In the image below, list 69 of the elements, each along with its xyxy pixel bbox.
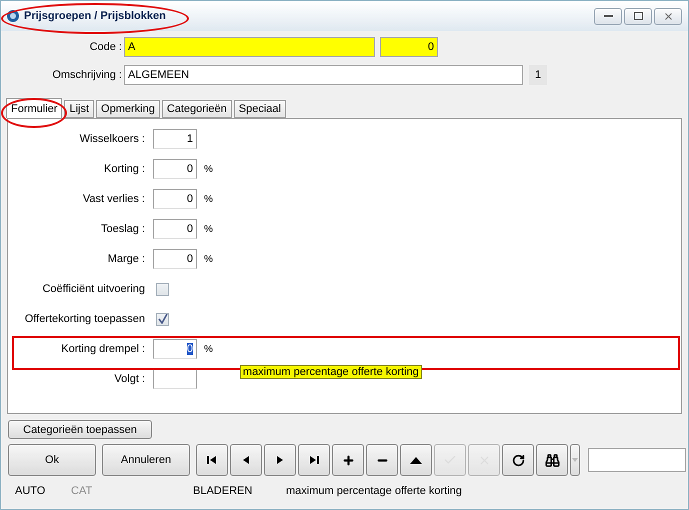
ok-button[interactable]: Ok [8, 444, 96, 476]
annotation-ellipse [1, 98, 67, 128]
unit-label: % [204, 194, 213, 204]
code-field[interactable]: A [124, 37, 375, 57]
plus-icon [342, 454, 354, 466]
field-label: Marge : [106, 253, 146, 265]
tab[interactable]: Categorieën [162, 100, 232, 118]
checkbox-label: Coëfficiënt uitvoering [41, 283, 146, 295]
tab[interactable]: Opmerking [96, 100, 160, 118]
toolbar-button[interactable] [264, 444, 296, 476]
checkbox[interactable] [156, 282, 169, 296]
number-field[interactable]: 0 [153, 159, 197, 179]
arrow-icon [275, 455, 285, 465]
search-field[interactable] [588, 448, 686, 472]
last-record-icon [309, 455, 319, 465]
caret-icon [572, 458, 578, 462]
maximize-button[interactable] [624, 8, 652, 24]
close-button[interactable] [654, 8, 682, 24]
toolbar-button[interactable] [196, 444, 228, 476]
toolbar-button[interactable] [298, 444, 330, 476]
tab[interactable]: Speciaal [234, 100, 286, 118]
maximize-icon [634, 12, 642, 20]
number-field[interactable]: 0 [153, 219, 197, 239]
minimize-button[interactable] [594, 8, 622, 24]
unit-label: % [204, 224, 213, 234]
tab[interactable]: Formulier [6, 98, 62, 118]
status-text: BLADEREN [193, 485, 254, 497]
up-arrow-icon [410, 456, 422, 464]
toolbar-button[interactable] [502, 444, 534, 476]
status-text: AUTO [14, 485, 46, 497]
close-icon [662, 10, 674, 22]
field-label: Toeslag : [100, 223, 146, 235]
description-label: Omschrijving : [51, 69, 123, 81]
field-label: Vast verlies : [82, 193, 146, 205]
number-field[interactable]: 0 [153, 189, 197, 209]
number-field[interactable] [153, 369, 197, 389]
toolbar-button[interactable] [332, 444, 364, 476]
tooltip: maximum percentage offerte korting [240, 365, 422, 379]
arrow-icon [241, 455, 251, 465]
description-field[interactable]: ALGEMEEN [124, 65, 523, 85]
unit-label: % [204, 164, 213, 174]
field-label: Korting : [103, 163, 146, 175]
field-label: Korting drempel : [60, 343, 146, 355]
tab[interactable]: Lijst [64, 100, 94, 118]
number-field[interactable]: 1 [153, 129, 197, 149]
status-text: maximum percentage offerte korting [286, 485, 463, 497]
toolbar-button[interactable] [400, 444, 432, 476]
toolbar-button[interactable] [536, 444, 568, 476]
number-field[interactable]: 0 [153, 249, 197, 269]
code-label: Code : [88, 41, 123, 53]
first-record-icon [207, 455, 217, 465]
checkbox-label: Offertekorting toepassen [24, 313, 146, 325]
unit-label: % [204, 344, 213, 354]
search-icon [544, 452, 560, 468]
field-label: Wisselkoers : [78, 133, 146, 145]
field-label: Volgt : [113, 373, 146, 385]
number-field[interactable]: 0 [153, 339, 197, 359]
toolbar-button[interactable] [230, 444, 262, 476]
count-label: 1 [529, 65, 547, 85]
checkbox[interactable] [156, 312, 169, 326]
refresh-icon [512, 454, 524, 466]
apply-categories-button[interactable]: Categorieën toepassen [8, 420, 152, 439]
app-icon [7, 10, 19, 22]
number-field[interactable]: 0 [380, 37, 438, 57]
unit-label: % [204, 254, 213, 264]
window-title: Prijsgroepen / Prijsblokken [24, 10, 166, 22]
minimize-icon [604, 14, 612, 18]
status-text: CAT [71, 485, 94, 497]
cancel-button[interactable]: Annuleren [102, 444, 190, 476]
